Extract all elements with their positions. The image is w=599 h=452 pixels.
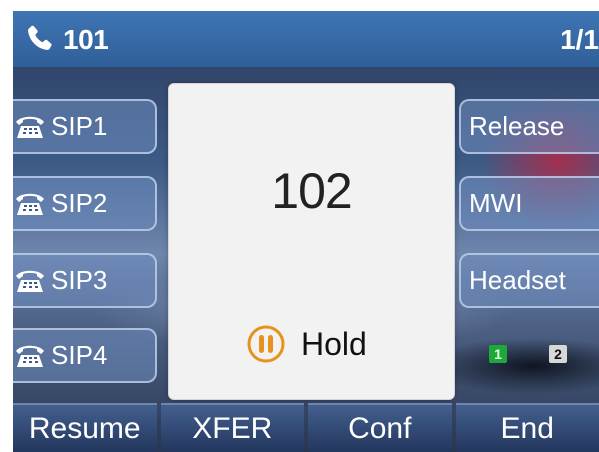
- line-key-label: SIP3: [51, 265, 108, 295]
- xfer-button[interactable]: XFER: [160, 403, 304, 452]
- line-key-label: Release: [469, 111, 565, 141]
- line-key-label: Headset: [469, 265, 566, 295]
- call-state-label: Hold: [301, 325, 367, 362]
- desk-phone-icon: [16, 345, 44, 367]
- line-key-mwi[interactable]: MWI: [459, 176, 599, 231]
- desk-phone-icon: [16, 116, 44, 138]
- line-key-release[interactable]: Release: [459, 99, 599, 154]
- account-indicator-1: 1: [489, 345, 507, 363]
- line-key-sip2[interactable]: SIP2: [13, 176, 157, 231]
- line-key-sip1[interactable]: SIP1: [13, 99, 157, 154]
- call-card: 102 Hold: [168, 83, 455, 400]
- pause-icon: [247, 325, 285, 363]
- line-key-label: MWI: [469, 188, 523, 218]
- remote-number: 102: [271, 163, 352, 219]
- desk-phone-icon: [16, 270, 44, 292]
- end-call-button[interactable]: End: [455, 403, 599, 452]
- softkey-bar: Resume XFER Conf End: [13, 403, 599, 452]
- phone-handset-icon: [28, 25, 52, 50]
- conf-button[interactable]: Conf: [308, 403, 452, 452]
- line-key-label: SIP2: [51, 188, 108, 218]
- line-number: 101: [63, 24, 109, 55]
- account-indicators: 1 2: [489, 345, 567, 367]
- phone-screen: 101 1/1 SIP1 SIP2 SIP3 SIP4 Release MWI …: [13, 11, 599, 452]
- call-state: Hold: [247, 324, 367, 364]
- page-indicator: 1/1: [560, 24, 599, 55]
- line-key-label: SIP4: [51, 340, 108, 370]
- line-key-headset[interactable]: Headset: [459, 253, 599, 308]
- line-key-sip4[interactable]: SIP4: [13, 328, 157, 383]
- desk-phone-icon: [16, 193, 44, 215]
- status-bar: 101 1/1: [13, 11, 599, 67]
- line-key-sip3[interactable]: SIP3: [13, 253, 157, 308]
- line-key-label: SIP1: [51, 111, 108, 141]
- account-indicator-2: 2: [549, 345, 567, 363]
- resume-button[interactable]: Resume: [13, 403, 157, 452]
